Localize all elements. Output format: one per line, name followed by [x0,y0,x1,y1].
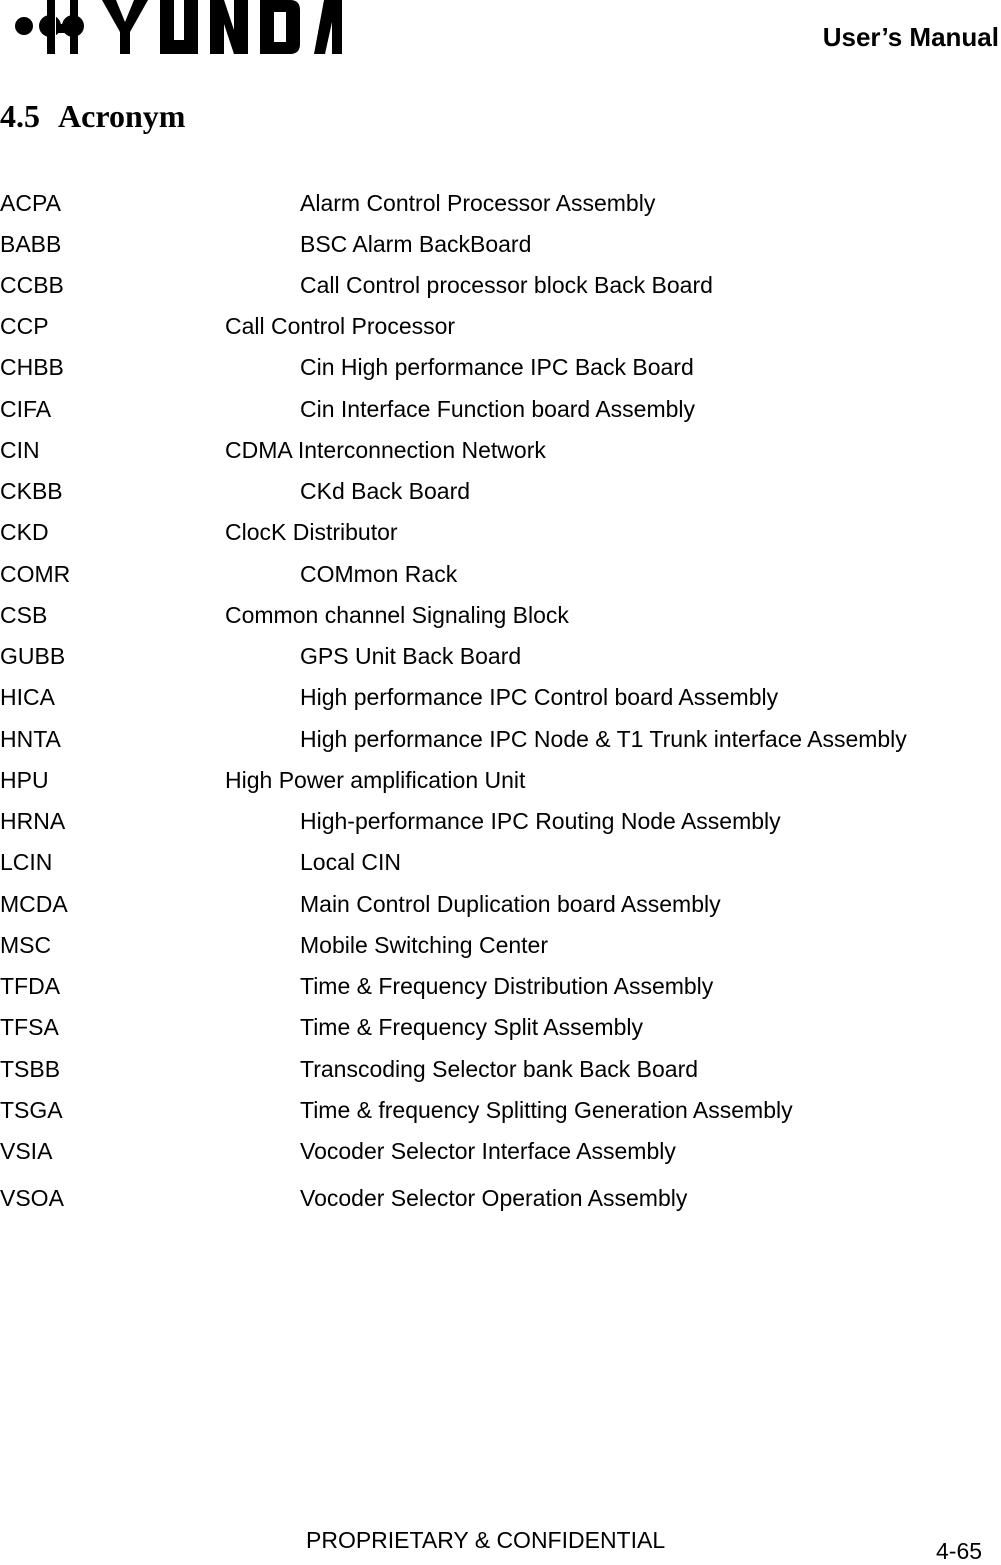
acronym-abbreviation: BABB [0,231,62,257]
acronym-abbreviation: VSOA [0,1185,64,1211]
document-title: User’s Manual [822,22,999,52]
acronym-abbreviation: CIN [0,437,40,463]
acronym-abbreviation: HPU [0,767,49,793]
acronym-definition: Cin High performance IPC Back Board [300,354,694,380]
acronym-definition: High performance IPC Node & T1 Trunk int… [300,726,907,752]
acronym-definition: Vocoder Selector Interface Assembly [300,1138,676,1164]
acronym-definition: Local CIN [300,849,401,875]
page-number: 4-65 [936,1538,983,1564]
acronym-definition: Transcoding Selector bank Back Board [300,1056,699,1082]
acronym-abbreviation: ACPA [0,190,61,216]
acronym-definition: GPS Unit Back Board [300,643,522,669]
acronym-row: CKD ClocK Distributor [0,517,1001,547]
acronym-abbreviation: VSIA [0,1138,53,1164]
acronym-definition: Alarm Control Processor Assembly [300,190,656,216]
acronym-definition: Time & Frequency Distribution Assembly [300,973,714,999]
acronym-row: CSB Common channel Signaling Block [0,600,1001,630]
acronym-row: HPU High Power amplification Unit [0,765,1001,795]
acronym-abbreviation: HNTA [0,726,61,752]
acronym-definition: Common channel Signaling Block [225,602,569,628]
acronym-definition: Main Control Duplication board Assembly [300,891,721,917]
acronym-definition: High performance IPC Control board Assem… [300,684,779,710]
acronym-row: LCIN Local CIN [0,847,1001,877]
acronym-row: MCDA Main Control Duplication board Assem… [0,889,1001,919]
section-number: 4.5 [0,98,40,134]
acronym-definition: Cin Interface Function board Assembly [300,396,696,422]
acronym-row: CIN CDMA Interconnection Network [0,435,1001,465]
acronym-definition: Vocoder Selector Operation Assembly [300,1185,688,1211]
acronym-abbreviation: TSGA [0,1097,63,1123]
acronym-abbreviation: COMR [0,561,71,587]
acronym-abbreviation: TFSA [0,1014,59,1040]
section-title: Acronym [58,98,186,134]
acronym-abbreviation: TFDA [0,973,61,999]
acronym-definition: Time & frequency Splitting Generation As… [300,1097,793,1123]
acronym-row: ACPA Alarm Control Processor Assembly [0,188,1001,218]
acronym-row: VSOA Vocoder Selector Operation Assembly [0,1183,1001,1213]
acronym-abbreviation: CKD [0,519,49,545]
acronym-row: CIFA Cin Interface Function board Assembl… [0,394,1001,424]
acronym-row: HNTA High performance IPC Node & T1 Trunk… [0,724,1001,754]
acronym-row: TSBB Transcoding Selector bank Back Board [0,1054,1001,1084]
acronym-abbreviation: CHBB [0,354,64,380]
acronym-definition: CKd Back Board [300,478,471,504]
acronym-abbreviation: CCP [0,313,49,339]
acronym-row: VSIA Vocoder Selector Interface Assembly [0,1136,1001,1166]
acronym-row: COMR COMmon Rack [0,559,1001,589]
section-heading: 4.5 Acronym [0,98,185,135]
acronym-abbreviation: CIFA [0,396,52,422]
hyundai-logo-icon [15,0,342,54]
confidential-notice: PROPRIETARY & CONFIDENTIAL [306,1527,666,1553]
acronym-row: MSC Mobile Switching Center [0,930,1001,960]
acronym-definition: ClocK Distributor [225,519,398,545]
acronym-row: TFDA Time & Frequency Distribution Assemb… [0,971,1001,1001]
acronym-abbreviation: HICA [0,684,55,710]
acronym-definition: Call Control processor block Back Board [300,272,713,298]
acronym-row: TFSA Time & Frequency Split Assembly [0,1012,1001,1042]
acronym-abbreviation: CKBB [0,478,63,504]
acronym-row: CHBB Cin High performance IPC Back Board [0,352,1001,382]
acronym-abbreviation: CSB [0,602,48,628]
acronym-row: GUBB GPS Unit Back Board [0,641,1001,671]
acronym-abbreviation: TSBB [0,1056,61,1082]
acronym-definition: Mobile Switching Center [300,932,549,958]
acronym-abbreviation: MCDA [0,891,68,917]
acronym-definition: BSC Alarm BackBoard [300,231,532,257]
acronym-abbreviation: CCBB [0,272,64,298]
acronym-row: CKBB CKd Back Board [0,476,1001,506]
acronym-definition: High Power amplification Unit [225,767,526,793]
acronym-row: HICA High performance IPC Control board A… [0,682,1001,712]
acronym-definition: Call Control Processor [225,313,456,339]
acronym-row: CCP Call Control Processor [0,311,1001,341]
acronym-abbreviation: GUBB [0,643,66,669]
acronym-definition: High-performance IPC Routing Node Assemb… [300,808,781,834]
acronym-row: BABB BSC Alarm BackBoard [0,229,1001,259]
acronym-definition: COMmon Rack [300,561,458,587]
acronym-abbreviation: MSC [0,932,52,958]
acronym-row: TSGA Time & frequency Splitting Generatio… [0,1095,1001,1125]
acronym-row: HRNA High-performance IPC Routing Node As… [0,806,1001,836]
acronym-definition: Time & Frequency Split Assembly [300,1014,643,1040]
acronym-abbreviation: LCIN [0,849,53,875]
acronym-abbreviation: HRNA [0,808,66,834]
acronym-definition: CDMA Interconnection Network [225,437,546,463]
acronym-row: CCBB Call Control processor block Back Bo… [0,270,1001,300]
